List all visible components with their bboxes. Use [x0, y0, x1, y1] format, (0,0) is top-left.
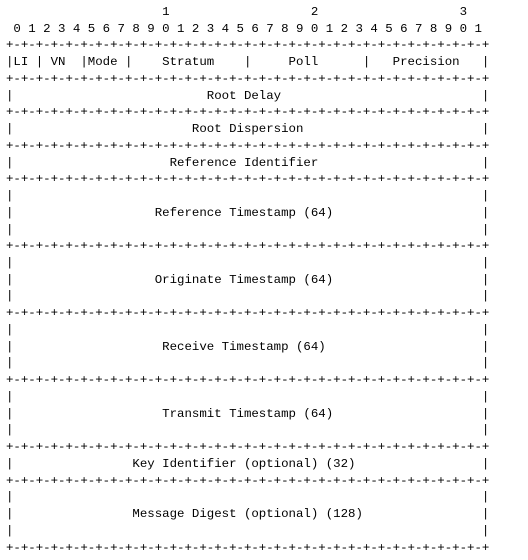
sep-07: +-+-+-+-+-+-+-+-+-+-+-+-+-+-+-+-+-+-+-+-…: [6, 373, 489, 387]
row-ref-ts: | Reference Timestamp (64) |: [6, 206, 489, 220]
sep-02: +-+-+-+-+-+-+-+-+-+-+-+-+-+-+-+-+-+-+-+-…: [6, 105, 489, 119]
row-digest-b: | |: [6, 524, 489, 538]
row-orig-ts: | Originate Timestamp (64) |: [6, 273, 489, 287]
row-key-id: | Key Identifier (optional) (32) |: [6, 457, 489, 471]
sep-08: +-+-+-+-+-+-+-+-+-+-+-+-+-+-+-+-+-+-+-+-…: [6, 440, 489, 454]
sep-06: +-+-+-+-+-+-+-+-+-+-+-+-+-+-+-+-+-+-+-+-…: [6, 306, 489, 320]
row-header-fields: |LI | VN |Mode | Stratum | Poll | Precis…: [6, 55, 489, 69]
bit-ruler-tens: 1 2 3: [6, 5, 467, 19]
row-xmit-ts: | Transmit Timestamp (64) |: [6, 407, 489, 421]
sep-01: +-+-+-+-+-+-+-+-+-+-+-+-+-+-+-+-+-+-+-+-…: [6, 72, 489, 86]
row-xmit-ts-b: | |: [6, 423, 489, 437]
sep-05: +-+-+-+-+-+-+-+-+-+-+-+-+-+-+-+-+-+-+-+-…: [6, 239, 489, 253]
row-ref-ts-b: | |: [6, 223, 489, 237]
row-recv-ts-b: | |: [6, 356, 489, 370]
row-digest-a: | |: [6, 490, 489, 504]
row-xmit-ts-a: | |: [6, 390, 489, 404]
bit-ruler-units: 0 1 2 3 4 5 6 7 8 9 0 1 2 3 4 5 6 7 8 9 …: [6, 22, 482, 36]
row-root-delay: | Root Delay |: [6, 89, 489, 103]
sep-03: +-+-+-+-+-+-+-+-+-+-+-+-+-+-+-+-+-+-+-+-…: [6, 139, 489, 153]
row-orig-ts-b: | |: [6, 289, 489, 303]
row-recv-ts: | Receive Timestamp (64) |: [6, 340, 489, 354]
row-recv-ts-a: | |: [6, 323, 489, 337]
sep-10: +-+-+-+-+-+-+-+-+-+-+-+-+-+-+-+-+-+-+-+-…: [6, 541, 489, 555]
ntp-packet-diagram: 1 2 3 0 1 2 3 4 5 6 7 8 9 0 1 2 3 4 5 6 …: [0, 0, 528, 560]
row-root-dispersion: | Root Dispersion |: [6, 122, 489, 136]
row-ref-id: | Reference Identifier |: [6, 156, 489, 170]
sep-09: +-+-+-+-+-+-+-+-+-+-+-+-+-+-+-+-+-+-+-+-…: [6, 474, 489, 488]
row-ref-ts-a: | |: [6, 189, 489, 203]
sep-00: +-+-+-+-+-+-+-+-+-+-+-+-+-+-+-+-+-+-+-+-…: [6, 38, 489, 52]
row-digest: | Message Digest (optional) (128) |: [6, 507, 489, 521]
sep-04: +-+-+-+-+-+-+-+-+-+-+-+-+-+-+-+-+-+-+-+-…: [6, 172, 489, 186]
row-orig-ts-a: | |: [6, 256, 489, 270]
